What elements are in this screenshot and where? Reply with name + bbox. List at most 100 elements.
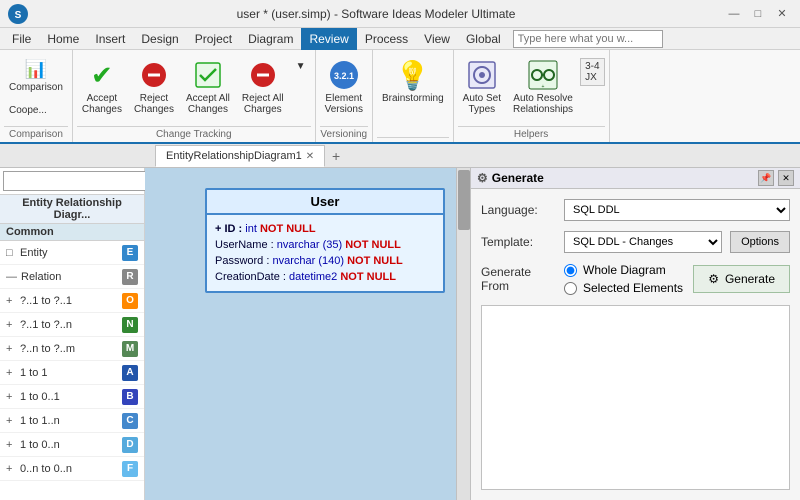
auto-resolve-button[interactable]: + Auto ResolveRelationships	[508, 54, 578, 122]
language-select[interactable]: SQL DDL MySQL PostgreSQL	[564, 199, 790, 221]
menu-diagram[interactable]: Diagram	[240, 28, 301, 50]
selected-elements-label: Selected Elements	[583, 281, 683, 295]
panel-controls: 📌 ✕	[758, 170, 794, 186]
ribbon-search-input[interactable]	[513, 30, 663, 48]
tab-erd1-close[interactable]: ✕	[306, 151, 314, 162]
sidebar-item-relation[interactable]: — Relation R	[0, 265, 144, 289]
reject-changes-label: RejectChanges	[134, 93, 174, 115]
element-versions-button[interactable]: 3.2.1 ElementVersions	[320, 54, 368, 122]
entity-attr-creationdate: CreationDate : datetime2 NOT NULL	[215, 269, 435, 285]
sidebar-item-1to01[interactable]: + 1 to 0..1 B	[0, 385, 144, 409]
1to0n-icon: +	[6, 439, 16, 451]
ribbon-group-comparison: 📊 Comparison Coope... Comparison	[0, 50, 73, 142]
comparison-icon: 📊	[22, 59, 50, 80]
auto-resolve-label: Auto ResolveRelationships	[513, 93, 573, 115]
entity-body: + ID : int NOT NULL UserName : nvarchar …	[207, 215, 443, 291]
menu-insert[interactable]: Insert	[87, 28, 133, 50]
change-tracking-label: Change Tracking	[77, 126, 311, 142]
auto-set-types-button[interactable]: Auto SetTypes	[458, 54, 506, 122]
generate-form: Language: SQL DDL MySQL PostgreSQL Templ…	[471, 189, 800, 305]
menu-process[interactable]: Process	[357, 28, 416, 50]
ribbon-search-container	[513, 30, 663, 48]
sidebar-item-0nto0n[interactable]: + 0..n to 0..n F	[0, 457, 144, 481]
qnqm-label: ?..n to ?..m	[20, 343, 122, 355]
window-title: user * (user.simp) - Software Ideas Mode…	[28, 7, 724, 21]
panel-pin-button[interactable]: 📌	[758, 170, 774, 186]
svg-text:S: S	[15, 10, 22, 21]
template-select[interactable]: SQL DDL - Changes SQL DDL - Full	[564, 231, 722, 253]
tab-erd1-label: EntityRelationshipDiagram1	[166, 150, 302, 162]
reject-all-charges-button[interactable]: Reject AllCharges	[237, 54, 289, 122]
accept-all-changes-button[interactable]: Accept AllChanges	[181, 54, 235, 122]
ribbon-group-change-tracking: ✔ AcceptChanges RejectChanges	[73, 50, 316, 142]
tab-erd1[interactable]: EntityRelationshipDiagram1 ✕	[155, 145, 325, 167]
menu-home[interactable]: Home	[39, 28, 87, 50]
maximize-button[interactable]: □	[748, 5, 768, 23]
right-panel: ⚙ Generate 📌 ✕ Language: SQL DDL MySQL P…	[470, 168, 800, 500]
minimize-button[interactable]: —	[724, 5, 744, 23]
expand-versions-button[interactable]: ▼	[293, 56, 309, 76]
language-row: Language: SQL DDL MySQL PostgreSQL	[481, 199, 790, 221]
relation-key: R	[122, 269, 138, 285]
menu-view[interactable]: View	[416, 28, 458, 50]
whole-diagram-radio[interactable]: Whole Diagram	[564, 263, 683, 277]
auto-resolve-icon: +	[527, 59, 559, 91]
1to1-icon: +	[6, 367, 16, 379]
reject-all-charges-icon	[247, 59, 279, 91]
sidebar-search: 🔍	[0, 168, 144, 195]
entity-label: Entity	[20, 247, 122, 259]
canvas-area[interactable]: User + ID : int NOT NULL UserName : nvar…	[145, 168, 470, 500]
generate-from-row: Generate From Whole Diagram Selected Ele…	[481, 263, 790, 295]
accept-all-changes-icon	[192, 59, 224, 91]
sidebar-search-input[interactable]	[3, 171, 155, 191]
element-versions-label: ElementVersions	[325, 93, 363, 115]
close-button[interactable]: ✕	[772, 5, 792, 23]
left-sidebar: 🔍 Entity Relationship Diagr... Common □ …	[0, 168, 145, 500]
menu-global[interactable]: Global	[458, 28, 509, 50]
sidebar-item-qnqm[interactable]: + ?..n to ?..m M	[0, 337, 144, 361]
whole-diagram-radio-input[interactable]	[564, 264, 577, 277]
1to01-key: B	[122, 389, 138, 405]
reject-changes-button[interactable]: RejectChanges	[129, 54, 179, 122]
generate-from-options: Whole Diagram Selected Elements	[564, 263, 683, 295]
sidebar-item-1to1n[interactable]: + 1 to 1..n C	[0, 409, 144, 433]
entity-attr-id: + ID : int NOT NULL	[215, 221, 435, 237]
accept-changes-label: AcceptChanges	[82, 93, 122, 115]
panel-close-button[interactable]: ✕	[778, 170, 794, 186]
brainstorming-button[interactable]: 💡 Brainstorming	[377, 54, 449, 122]
canvas-scrollbar-vertical[interactable]	[456, 168, 470, 500]
sidebar-item-1to1[interactable]: + 1 to 1 A	[0, 361, 144, 385]
qnqm-key: M	[122, 341, 138, 357]
accept-changes-button[interactable]: ✔ AcceptChanges	[77, 54, 127, 122]
scroll-thumb[interactable]	[458, 170, 470, 230]
sidebar-item-q1qn[interactable]: + ?..1 to ?..n N	[0, 313, 144, 337]
entity-box[interactable]: User + ID : int NOT NULL UserName : nvar…	[205, 188, 445, 293]
menu-file[interactable]: File	[4, 28, 39, 50]
add-tab-button[interactable]: +	[325, 145, 347, 167]
0nto0n-icon: +	[6, 463, 16, 475]
ribbon-brainstorming-content: 💡 Brainstorming	[377, 54, 449, 135]
generate-button[interactable]: ⚙ Generate	[693, 265, 790, 293]
selected-elements-radio[interactable]: Selected Elements	[564, 281, 683, 295]
element-versions-icon: 3.2.1	[328, 59, 360, 91]
options-button[interactable]: Options	[730, 231, 790, 253]
selected-elements-radio-input[interactable]	[564, 282, 577, 295]
comparison-group-label: Comparison	[4, 126, 68, 142]
1to0n-label: 1 to 0..n	[20, 439, 122, 451]
coope-button[interactable]: Coope...	[4, 100, 68, 120]
menu-review[interactable]: Review	[301, 28, 356, 50]
sidebar-item-entity[interactable]: □ Entity E	[0, 241, 144, 265]
ribbon-group-versioning: 3.2.1 ElementVersions Versioning	[316, 50, 373, 142]
svg-text:+: +	[542, 84, 545, 90]
q1qn-label: ?..1 to ?..n	[20, 319, 122, 331]
comparison-button[interactable]: 📊 Comparison	[4, 54, 68, 98]
generate-output-area	[481, 305, 790, 490]
0nto0n-key: F	[122, 461, 138, 477]
generate-btn-icon: ⚙	[708, 272, 719, 286]
sidebar-item-1to0n[interactable]: + 1 to 0..n D	[0, 433, 144, 457]
template-row: Template: SQL DDL - Changes SQL DDL - Fu…	[481, 231, 790, 253]
menu-project[interactable]: Project	[187, 28, 240, 50]
sidebar-item-q1q1[interactable]: + ?..1 to ?..1 O	[0, 289, 144, 313]
sidebar-items-list: □ Entity E — Relation R + ?..1 to ?..1 O…	[0, 241, 144, 500]
menu-design[interactable]: Design	[133, 28, 186, 50]
